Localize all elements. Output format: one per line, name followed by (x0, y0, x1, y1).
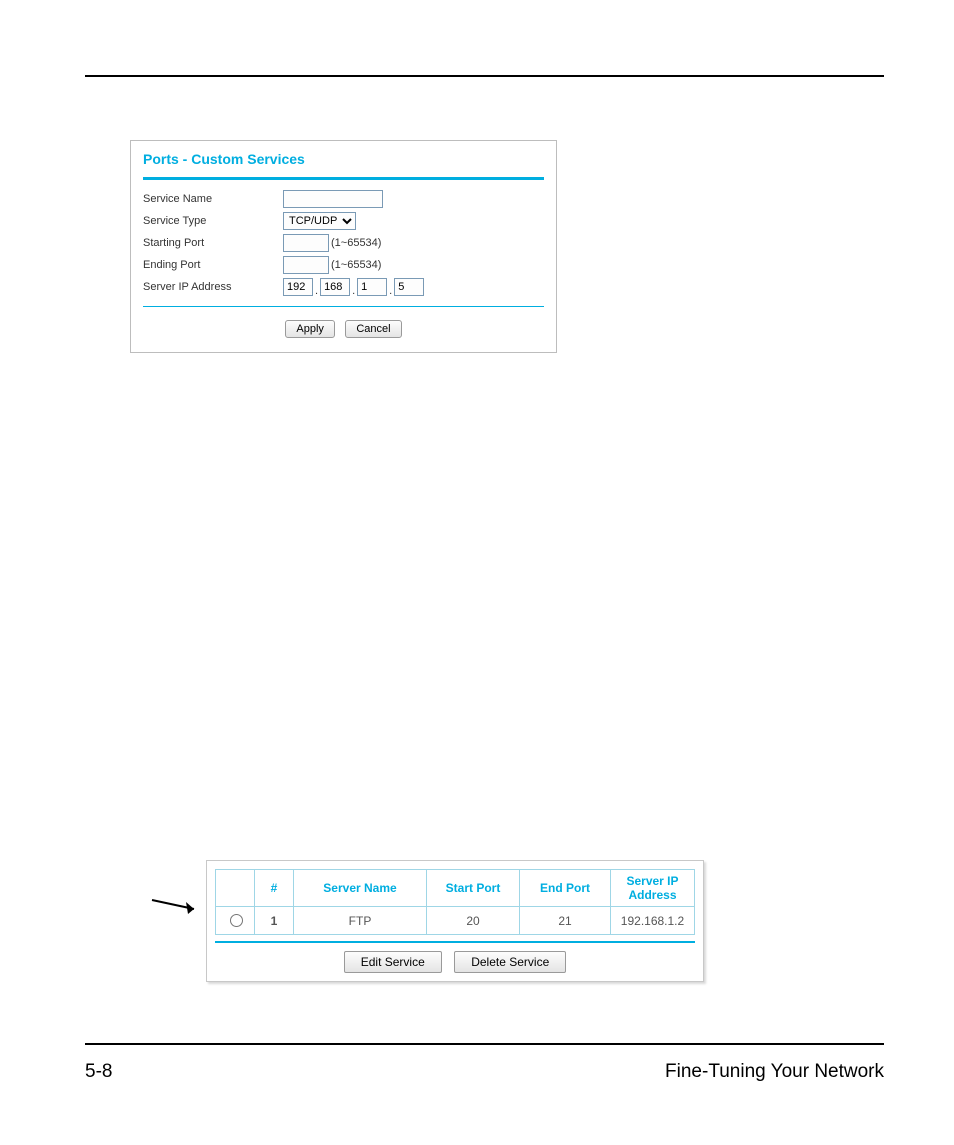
divider (143, 306, 544, 307)
table-row: 1 FTP 20 21 192.168.1.2 (216, 907, 695, 935)
ip-octet-4[interactable] (394, 278, 424, 296)
page-number: 5-8 (85, 1061, 112, 1083)
arrow-icon (150, 896, 206, 923)
service-table-panel: # Server Name Start Port End Port Server… (206, 860, 704, 982)
section-title: Fine-Tuning Your Network (665, 1061, 884, 1083)
port-range-hint: (1~65534) (331, 237, 381, 249)
row-server-name: FTP (294, 907, 427, 935)
label-ending-port: Ending Port (143, 259, 283, 271)
ip-octet-3[interactable] (357, 278, 387, 296)
row-index: 1 (255, 907, 294, 935)
ip-dot: . (313, 285, 320, 297)
divider (143, 177, 544, 180)
service-table: # Server Name Start Port End Port Server… (215, 869, 695, 935)
row-start-port: 20 (427, 907, 520, 935)
col-start-port: Start Port (427, 870, 520, 907)
row-select-radio[interactable] (230, 914, 243, 927)
ip-octet-2[interactable] (320, 278, 350, 296)
panel-title: Ports - Custom Services (143, 151, 544, 177)
service-type-select[interactable]: TCP/UDP (283, 212, 356, 230)
divider (215, 941, 695, 943)
service-buttons: Edit Service Delete Service (215, 951, 695, 973)
row-service-name: Service Name (143, 190, 544, 208)
ip-dot: . (350, 285, 357, 297)
button-row: Apply Cancel (143, 315, 544, 344)
col-select (216, 870, 255, 907)
document-page: 5-8 Fine-Tuning Your Network Ports - Cus… (0, 0, 954, 1145)
apply-button[interactable]: Apply (285, 320, 335, 338)
delete-service-button[interactable]: Delete Service (454, 951, 566, 973)
label-service-name: Service Name (143, 193, 283, 205)
col-num: # (255, 870, 294, 907)
row-server-ip: 192.168.1.2 (611, 907, 695, 935)
label-service-type: Service Type (143, 215, 283, 227)
ip-octet-1[interactable] (283, 278, 313, 296)
row-end-port: 21 (520, 907, 611, 935)
row-starting-port: Starting Port (1~65534) (143, 234, 544, 252)
row-service-type: Service Type TCP/UDP (143, 212, 544, 230)
top-rule (85, 75, 884, 77)
port-range-hint-2: (1~65534) (331, 259, 381, 271)
label-starting-port: Starting Port (143, 237, 283, 249)
label-server-ip: Server IP Address (143, 281, 283, 293)
row-ending-port: Ending Port (1~65534) (143, 256, 544, 274)
edit-service-button[interactable]: Edit Service (344, 951, 442, 973)
ending-port-input[interactable] (283, 256, 329, 274)
cancel-button[interactable]: Cancel (345, 320, 401, 338)
col-server-ip: Server IP Address (611, 870, 695, 907)
service-name-input[interactable] (283, 190, 383, 208)
table-header-row: # Server Name Start Port End Port Server… (216, 870, 695, 907)
row-server-ip: Server IP Address . . . (143, 278, 544, 296)
col-server-name: Server Name (294, 870, 427, 907)
ip-dot: . (387, 285, 394, 297)
bottom-rule (85, 1043, 884, 1045)
custom-services-panel: Ports - Custom Services Service Name Ser… (130, 140, 557, 353)
starting-port-input[interactable] (283, 234, 329, 252)
col-end-port: End Port (520, 870, 611, 907)
